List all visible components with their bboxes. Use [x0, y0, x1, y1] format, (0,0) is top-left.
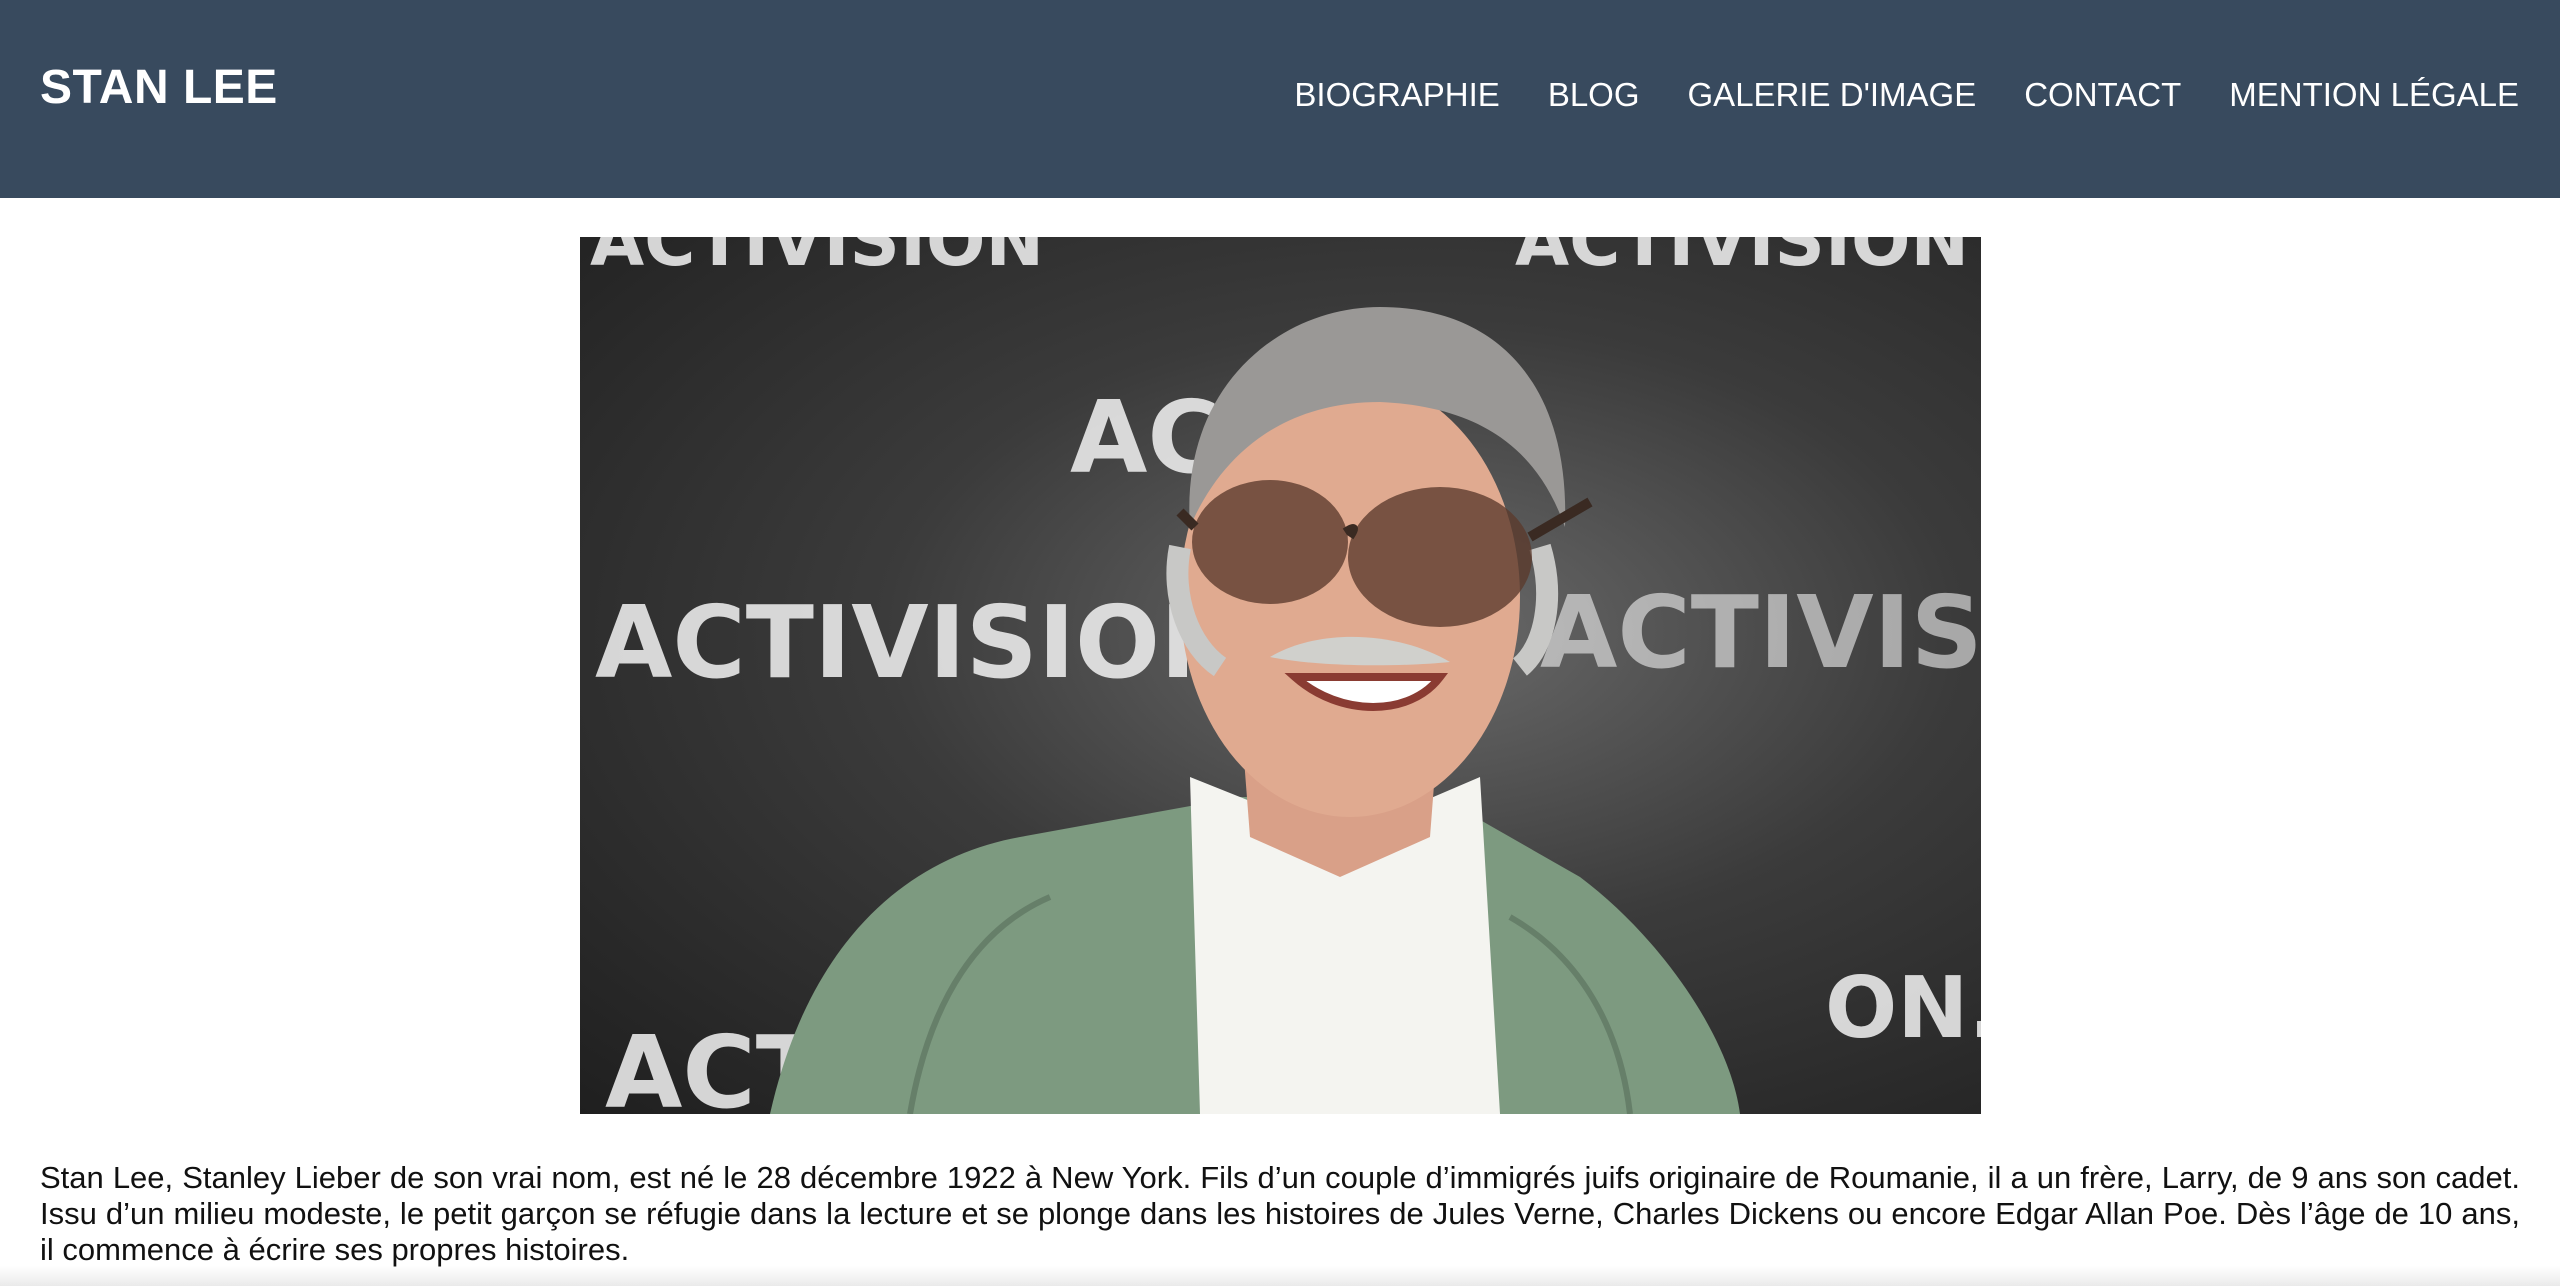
backdrop-word: ACTIVISION [595, 584, 1244, 701]
biography-paragraph: Stan Lee, Stanley Lieber de son vrai nom… [40, 1160, 2520, 1267]
portrait-photo-icon: ACTIVISION ACTIVISION ACTI ACTIVISION AC… [590, 237, 1981, 1114]
nav-item-biographie: BIOGRAPHIE [1294, 78, 1499, 111]
nav-item-contact: CONTACT [2024, 78, 2181, 111]
nav-link-mention-legale[interactable]: MENTION LÉGALE [2229, 78, 2519, 111]
hero-photo: ACTIVISION ACTIVISION ACTI ACTIVISION AC… [580, 237, 1981, 1114]
backdrop-word: ON. [1825, 959, 1981, 1058]
nav-link-biographie[interactable]: BIOGRAPHIE [1294, 78, 1499, 111]
main-nav: BIOGRAPHIE BLOG GALERIE D'IMAGE CONTACT … [1294, 78, 2519, 111]
bottom-shadow [0, 1266, 2560, 1286]
nav-link-contact[interactable]: CONTACT [2024, 78, 2181, 111]
site-header: STAN LEE BIOGRAPHIE BLOG GALERIE D'IMAGE… [0, 0, 2560, 198]
nav-link-galerie[interactable]: GALERIE D'IMAGE [1688, 78, 1977, 111]
nav-item-mention: MENTION LÉGALE [2229, 78, 2519, 111]
nav-item-blog: BLOG [1548, 78, 1640, 111]
backdrop-word: ACTIVISION [590, 237, 1044, 282]
backdrop-word: ACTIVISION [1515, 237, 1969, 282]
backdrop-word: ACTIVISION [1540, 574, 1981, 691]
site-brand[interactable]: STAN LEE [40, 64, 278, 112]
nav-link-blog[interactable]: BLOG [1548, 78, 1640, 111]
nav-item-galerie: GALERIE D'IMAGE [1688, 78, 1977, 111]
